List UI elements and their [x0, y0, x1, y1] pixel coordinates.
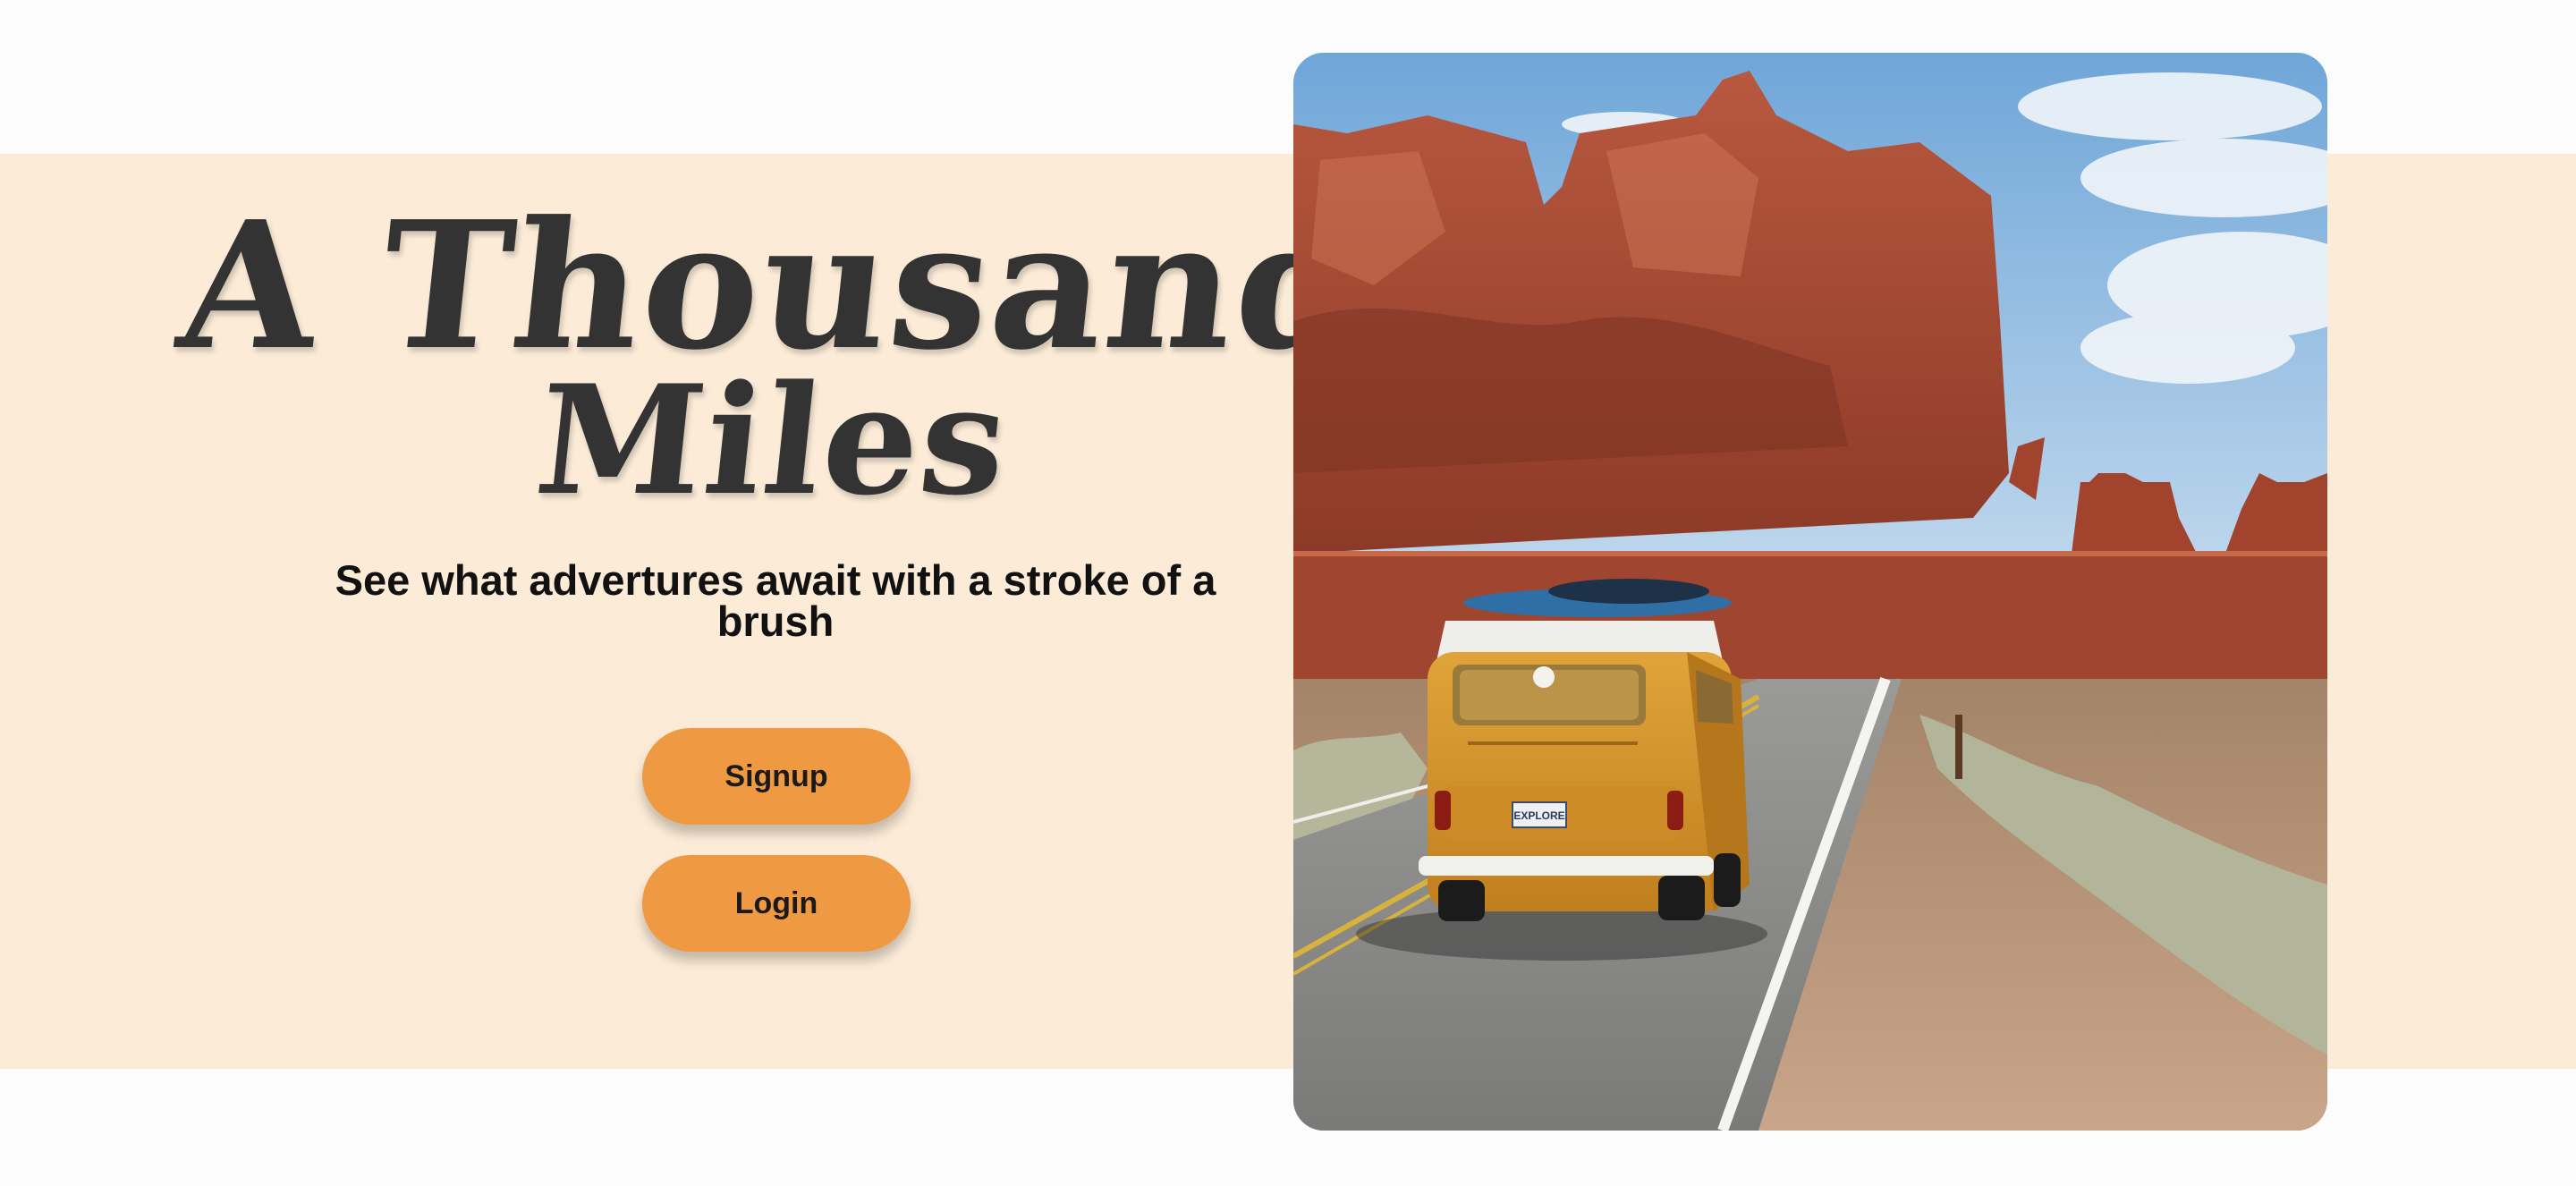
hero-photo: EXPLORE [1293, 53, 2327, 1131]
signup-button[interactable]: Signup [642, 728, 911, 825]
hero-content: A Thousand Miles See what advertures awa… [0, 154, 1371, 1069]
hero-subtitle: See what advertures await with a stroke … [335, 556, 1216, 645]
page: A Thousand Miles See what advertures awa… [0, 0, 2576, 1186]
road-post [1955, 715, 1962, 779]
camper-van: EXPLORE [1419, 579, 1750, 921]
login-button[interactable]: Login [642, 855, 911, 952]
license-plate-text: EXPLORE [1513, 809, 1564, 822]
desert-road-van-illustration: EXPLORE [1293, 53, 2327, 1131]
